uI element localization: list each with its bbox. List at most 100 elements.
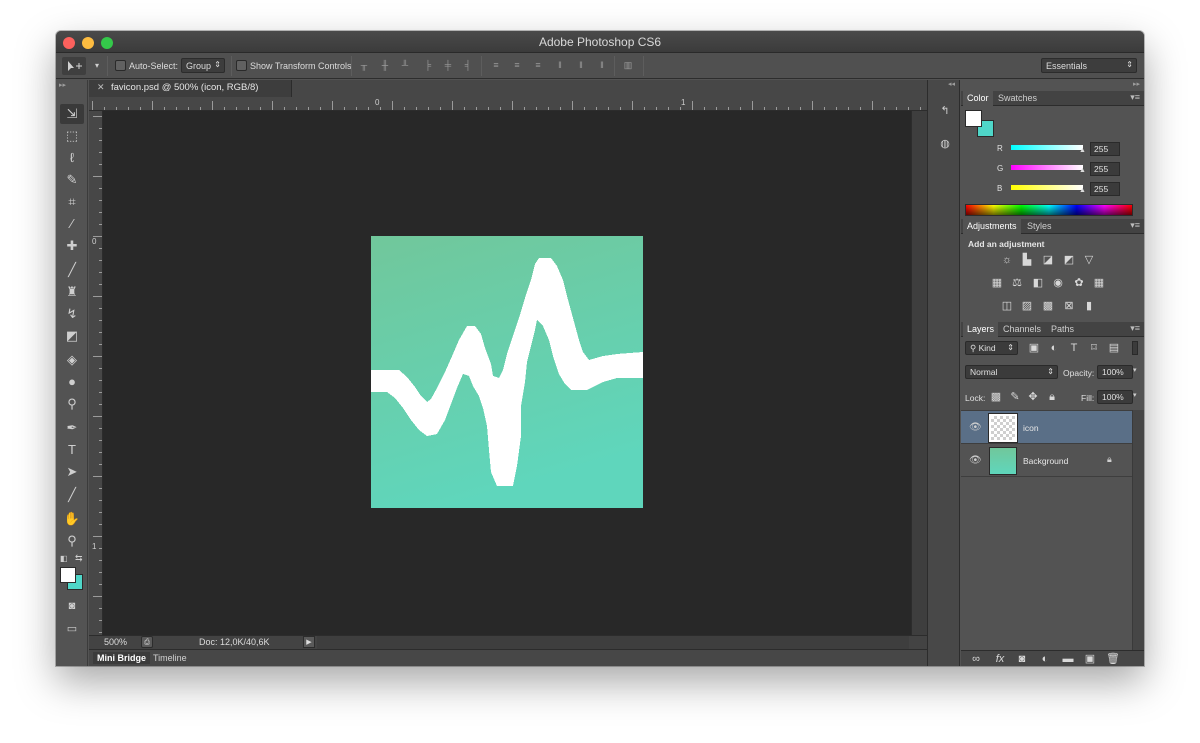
exposure-icon[interactable]: ◩ xyxy=(1062,253,1076,267)
lock-image-pixels-icon[interactable]: ✎ xyxy=(1008,390,1022,404)
slider-handle-icon[interactable]: ▲ xyxy=(1079,167,1086,174)
export-icon[interactable]: ⎙ xyxy=(141,636,153,648)
opacity-field[interactable]: 100% xyxy=(1097,365,1133,379)
marquee-tool-icon[interactable]: ⬚ xyxy=(60,126,84,146)
vibrance-icon[interactable]: ▽ xyxy=(1082,253,1096,267)
panel-menu-icon[interactable]: ▾≡ xyxy=(1130,92,1140,103)
channel-mixer-icon[interactable]: ✿ xyxy=(1072,276,1086,290)
align-horizontal-center-icon[interactable]: ╪ xyxy=(442,60,454,71)
visibility-eye-icon[interactable]: 👁︎ xyxy=(969,422,982,433)
add-mask-icon[interactable]: ◙ xyxy=(1015,652,1029,666)
healing-brush-tool-icon[interactable]: ✚ xyxy=(60,236,84,256)
hand-tool-icon[interactable]: ✋ xyxy=(60,509,84,529)
tab-swatches[interactable]: Swatches xyxy=(994,93,1041,103)
crop-tool-icon[interactable]: ⌗ xyxy=(60,192,84,212)
selective-color-icon[interactable]: ⊠ xyxy=(1062,299,1076,313)
tool-preset-picker[interactable] xyxy=(62,57,86,75)
align-top-icon[interactable]: ╥ xyxy=(358,60,370,71)
invert-icon[interactable]: ◫ xyxy=(1000,299,1014,313)
eraser-tool-icon[interactable]: ◩ xyxy=(60,326,84,346)
panel-menu-icon[interactable]: ▾≡ xyxy=(1130,323,1140,334)
clone-stamp-tool-icon[interactable]: ♜ xyxy=(60,282,84,302)
lock-transparent-pixels-icon[interactable]: ▩ xyxy=(989,390,1003,404)
auto-select-checkbox[interactable] xyxy=(115,60,126,71)
blur-tool-icon[interactable]: ● xyxy=(60,372,84,392)
path-selection-tool-icon[interactable]: ➤ xyxy=(60,462,84,482)
distribute-bottom-icon[interactable]: ≡ xyxy=(532,60,544,71)
layer-row-background[interactable]: 👁︎ Background 🔒︎ xyxy=(961,444,1132,477)
foreground-color-swatch[interactable] xyxy=(60,567,76,583)
new-layer-icon[interactable]: ▣ xyxy=(1083,652,1097,666)
tab-paths[interactable]: Paths xyxy=(1047,324,1078,334)
type-tool-icon[interactable]: T xyxy=(60,440,84,460)
visibility-eye-icon[interactable]: 👁︎ xyxy=(969,455,982,466)
chevron-down-icon[interactable]: ▾ xyxy=(95,61,99,70)
slider-handle-icon[interactable]: ▲ xyxy=(1079,187,1086,194)
black-white-icon[interactable]: ◧ xyxy=(1031,276,1045,290)
document-canvas[interactable] xyxy=(371,236,643,508)
expand-icon[interactable]: ▸▸ xyxy=(1133,80,1140,88)
green-slider[interactable] xyxy=(1011,165,1083,170)
quick-mask-icon[interactable]: ◙ xyxy=(60,596,84,616)
move-tool-icon[interactable]: ⇲ xyxy=(60,104,84,124)
color-balance-icon[interactable]: ⚖ xyxy=(1010,276,1024,290)
brightness-contrast-icon[interactable]: ☼ xyxy=(1000,253,1014,267)
zoom-tool-icon[interactable]: ⚲ xyxy=(60,531,84,551)
quick-selection-tool-icon[interactable]: ✎ xyxy=(60,170,84,190)
lock-all-icon[interactable]: 🔒︎ xyxy=(1045,390,1059,404)
tab-channels[interactable]: Channels xyxy=(999,324,1045,334)
layers-scrollbar[interactable] xyxy=(1132,410,1144,650)
filter-pixel-icon[interactable]: ▣ xyxy=(1027,341,1041,355)
distribute-right-icon[interactable]: ‖ xyxy=(596,60,608,71)
lock-position-icon[interactable]: ✥ xyxy=(1026,390,1040,404)
curves-icon[interactable]: ◪ xyxy=(1041,253,1055,267)
tab-layers[interactable]: Layers xyxy=(963,322,999,337)
blue-slider[interactable] xyxy=(1011,185,1083,190)
new-adjustment-layer-icon[interactable]: ◐ xyxy=(1038,652,1052,666)
chevron-down-icon[interactable]: ▾ xyxy=(1133,391,1137,399)
red-value[interactable]: 255 xyxy=(1090,142,1120,156)
horizontal-scrollbar[interactable] xyxy=(317,636,909,649)
show-transform-checkbox[interactable] xyxy=(236,60,247,71)
layer-filter-kind[interactable]: ⚲ Kind ⇕ xyxy=(965,341,1018,355)
tab-mini-bridge[interactable]: Mini Bridge xyxy=(93,652,150,664)
tab-adjustments[interactable]: Adjustments xyxy=(963,219,1021,234)
layer-row-icon[interactable]: 👁︎ icon xyxy=(961,411,1132,444)
distribute-horizontal-center-icon[interactable]: ‖ xyxy=(575,60,587,71)
auto-select-dropdown[interactable]: Group ⇕ xyxy=(181,58,225,73)
levels-icon[interactable]: ▙ xyxy=(1020,253,1034,267)
distribute-vertical-center-icon[interactable]: ≡ xyxy=(511,60,523,71)
distribute-top-icon[interactable]: ≡ xyxy=(490,60,502,71)
history-brush-tool-icon[interactable]: ↯ xyxy=(60,304,84,324)
blue-value[interactable]: 255 xyxy=(1090,182,1120,196)
eyedropper-tool-icon[interactable]: ⁄ xyxy=(60,214,84,234)
properties-icon[interactable]: ◍ xyxy=(936,135,954,153)
posterize-icon[interactable]: ▨ xyxy=(1020,299,1034,313)
swap-colors-icon[interactable]: ⇆ xyxy=(75,553,83,564)
vertical-scrollbar[interactable] xyxy=(911,111,927,635)
filter-adjustment-icon[interactable]: ◐ xyxy=(1047,341,1061,355)
close-tab-icon[interactable]: ✕ xyxy=(97,82,105,93)
new-group-icon[interactable]: ▬ xyxy=(1061,652,1075,666)
filter-shape-icon[interactable]: ⌑ xyxy=(1087,341,1101,355)
paint-bucket-tool-icon[interactable]: ◈ xyxy=(60,350,84,370)
tab-styles[interactable]: Styles xyxy=(1023,221,1056,231)
chevron-down-icon[interactable]: ▾ xyxy=(1133,366,1137,374)
green-value[interactable]: 255 xyxy=(1090,162,1120,176)
slider-handle-icon[interactable]: ▲ xyxy=(1079,147,1086,154)
pen-tool-icon[interactable]: ✒ xyxy=(60,418,84,438)
collapse-icon[interactable]: ▸▸ xyxy=(59,81,66,89)
align-right-icon[interactable]: ╡ xyxy=(462,60,474,71)
filter-type-icon[interactable]: T xyxy=(1067,341,1081,355)
line-tool-icon[interactable]: ╱ xyxy=(60,485,84,505)
align-bottom-icon[interactable]: ╨ xyxy=(399,60,411,71)
color-spectrum-bar[interactable] xyxy=(965,204,1133,216)
distribute-left-icon[interactable]: ‖ xyxy=(554,60,566,71)
brush-tool-icon[interactable]: ╱ xyxy=(60,260,84,280)
layer-name[interactable]: icon xyxy=(1023,423,1039,433)
photo-filter-icon[interactable]: ◉ xyxy=(1051,276,1065,290)
layer-style-fx-icon[interactable]: fx xyxy=(993,652,1007,666)
lasso-tool-icon[interactable]: ℓ xyxy=(60,148,84,168)
blend-mode-dropdown[interactable]: Normal ⇕ xyxy=(965,365,1058,379)
history-icon[interactable]: ↰ xyxy=(936,102,954,120)
